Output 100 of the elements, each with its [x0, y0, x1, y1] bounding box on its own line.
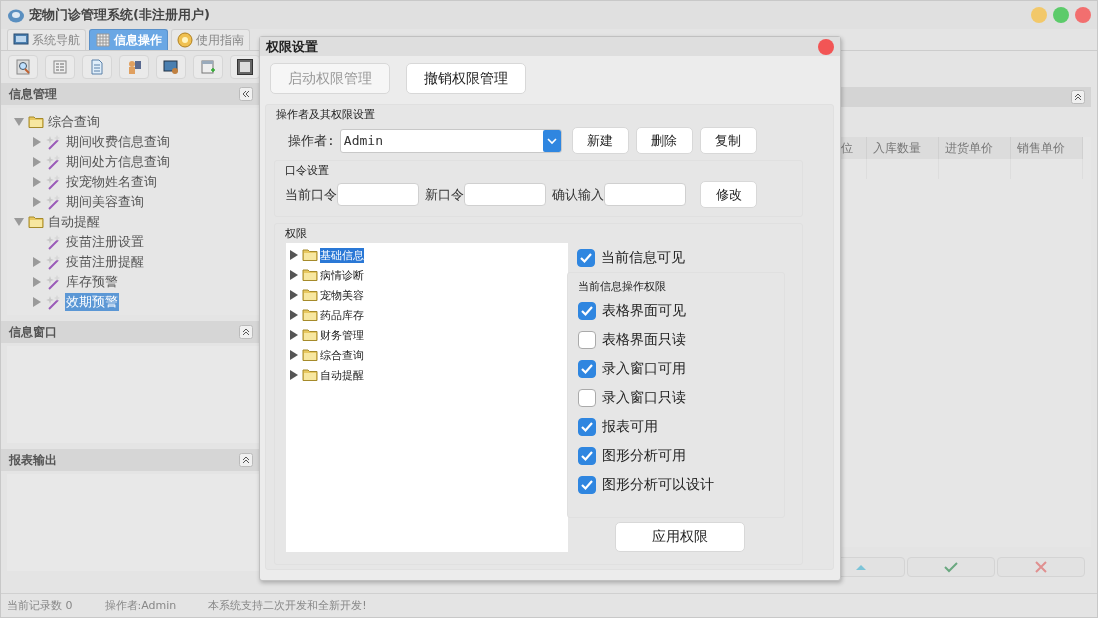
- folder-icon: [28, 214, 44, 230]
- collapse-button[interactable]: [239, 453, 253, 467]
- dialog-title: 权限设置: [266, 37, 318, 56]
- cancel-button[interactable]: [997, 557, 1085, 577]
- wand-icon: [46, 294, 62, 310]
- apply-button[interactable]: 应用权限: [615, 522, 745, 552]
- tree-item[interactable]: 综合查询: [320, 347, 364, 363]
- panel-title: 信息窗口: [9, 323, 58, 341]
- operator-dropdown[interactable]: Admin: [339, 128, 562, 153]
- tree-item[interactable]: 自动提醒: [320, 367, 364, 383]
- collapsed-arrow-icon[interactable]: [289, 290, 299, 300]
- monitor-icon: [13, 32, 29, 48]
- modify-button[interactable]: 修改: [700, 181, 757, 208]
- folder-icon: [302, 347, 318, 363]
- wand-icon: [46, 194, 62, 210]
- toolbar-button[interactable]: [119, 55, 149, 79]
- tree-item[interactable]: 药品库存: [320, 307, 364, 323]
- checkbox-label: 录入窗口只读: [602, 388, 686, 407]
- tree-item[interactable]: 期间美容查询: [65, 193, 145, 211]
- close-button[interactable]: [1075, 7, 1091, 23]
- expanded-arrow-icon[interactable]: [14, 217, 24, 227]
- tree-item[interactable]: 基础信息: [320, 247, 364, 263]
- checkbox-label: 图形分析可用: [602, 446, 686, 465]
- toolbar-button[interactable]: [230, 55, 260, 79]
- folder-icon: [302, 367, 318, 383]
- grid-icon: [95, 32, 111, 48]
- password-field[interactable]: [337, 183, 419, 206]
- list-icon: [52, 59, 68, 75]
- action-button[interactable]: 新建: [571, 127, 629, 154]
- checkbox[interactable]: [577, 248, 595, 267]
- checkbox-label: 录入窗口可用: [602, 359, 686, 378]
- checkbox-label: 表格界面可见: [602, 301, 686, 320]
- tree-item[interactable]: 财务管理: [320, 327, 364, 343]
- tree-item[interactable]: 按宠物姓名查询: [65, 173, 158, 191]
- document-icon: [89, 59, 105, 75]
- column-header[interactable]: 销售单价: [1011, 137, 1083, 159]
- folder-icon: [302, 307, 318, 323]
- folder-icon: [302, 287, 318, 303]
- wand-icon: [46, 274, 62, 290]
- tree-item[interactable]: 病情诊断: [320, 267, 364, 283]
- window-add-icon: [200, 59, 216, 75]
- status-text: 当前记录数 0: [7, 598, 73, 613]
- folder-icon: [302, 327, 318, 343]
- password-field[interactable]: [464, 183, 546, 206]
- toggle-button[interactable]: 撤销权限管理: [406, 63, 526, 94]
- group-title: 当前信息操作权限: [577, 279, 667, 295]
- tree-item[interactable]: 期间处方信息查询: [65, 153, 171, 171]
- group-title: 权限: [284, 226, 308, 242]
- tree-item[interactable]: 宠物美容: [320, 287, 364, 303]
- tree-item[interactable]: 疫苗注册设置: [65, 233, 145, 251]
- checkbox[interactable]: [578, 359, 596, 378]
- app-logo-icon: [7, 7, 25, 23]
- confirm-button[interactable]: [907, 557, 995, 577]
- check-icon: [944, 561, 958, 573]
- tree-item[interactable]: 自动提醒: [47, 213, 101, 231]
- action-button[interactable]: 删除: [635, 127, 693, 154]
- checkbox[interactable]: [578, 446, 596, 465]
- magnifier-icon: [15, 59, 31, 75]
- collapsed-arrow-icon[interactable]: [289, 370, 299, 380]
- password-field[interactable]: [604, 183, 686, 206]
- expanded-arrow-icon[interactable]: [14, 117, 24, 127]
- action-button[interactable]: 复制: [699, 127, 757, 154]
- field-label: 确认输入: [552, 185, 604, 204]
- toolbar-button[interactable]: [156, 55, 186, 79]
- disc-icon: [177, 32, 193, 48]
- collapsed-arrow-icon[interactable]: [289, 310, 299, 320]
- column-header[interactable]: 入库数量: [867, 137, 939, 159]
- checkbox[interactable]: [578, 330, 596, 349]
- close-button[interactable]: [818, 38, 834, 55]
- checkbox-label: 报表可用: [602, 417, 658, 436]
- folder-icon: [28, 114, 44, 130]
- collapsed-arrow-icon[interactable]: [289, 330, 299, 340]
- collapsed-arrow-icon[interactable]: [289, 270, 299, 280]
- maximize-button[interactable]: [1053, 7, 1069, 23]
- collapsed-arrow-icon[interactable]: [289, 350, 299, 360]
- column-header[interactable]: 进货单价: [939, 137, 1011, 159]
- collapsed-arrow-icon[interactable]: [289, 250, 299, 260]
- field-label: 新口令: [425, 185, 464, 204]
- field-label: 操作者:: [288, 131, 335, 150]
- group-title: 操作者及其权限设置: [275, 107, 376, 123]
- collapse-button[interactable]: [239, 87, 253, 101]
- collapse-button[interactable]: [1071, 90, 1085, 104]
- checkbox[interactable]: [578, 417, 596, 436]
- tree-item[interactable]: 库存预警: [65, 273, 119, 291]
- checkbox[interactable]: [578, 388, 596, 407]
- checkbox-label: 当前信息可见: [601, 248, 685, 267]
- field-label: 当前口令: [285, 185, 337, 204]
- cross-icon: [1035, 561, 1047, 573]
- tree-item[interactable]: 疫苗注册提醒: [65, 253, 145, 271]
- checkbox[interactable]: [578, 475, 596, 494]
- checkbox[interactable]: [578, 301, 596, 320]
- panel-title: 报表输出: [9, 451, 58, 469]
- wand-icon: [46, 234, 62, 250]
- window-title: 宠物门诊管理系统(非注册用户): [29, 6, 211, 24]
- wand-icon: [46, 134, 62, 150]
- wand-icon: [46, 154, 62, 170]
- wand-icon: [46, 254, 62, 270]
- tree-item[interactable]: 综合查询: [47, 113, 101, 131]
- collapse-button[interactable]: [239, 325, 253, 339]
- tree-item[interactable]: 期间收费信息查询: [65, 133, 171, 151]
